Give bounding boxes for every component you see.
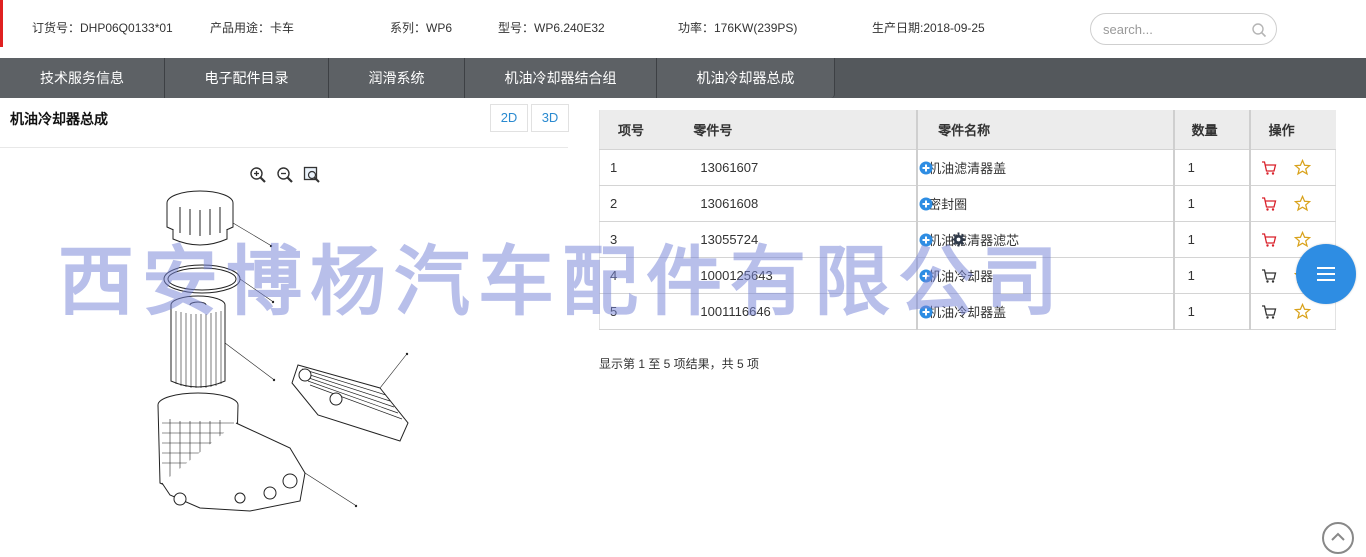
star-icon[interactable] [1293,158,1311,176]
panel-divider [0,147,568,148]
part-number-text[interactable]: 13061608 [700,196,758,211]
series: 系列：WP6 [390,21,453,35]
table-row[interactable]: 2 13061608 密封圈 1 [599,185,1336,222]
power: 功率：176KW(239PS) [678,21,798,35]
order-number: 订货号：DHP06Q0133*01 [32,21,173,35]
row-index: 5 [599,293,674,330]
plus-circle-icon[interactable] [919,269,933,283]
col-part-name: 零件名称 [917,110,1175,150]
part-number-text[interactable]: 1000125643 [700,268,772,283]
row-qty: 1 [1173,221,1251,258]
zoom-in-icon[interactable] [249,166,267,184]
panel-title: 机油冷却器总成 [10,111,108,127]
row-qty: 1 [1173,293,1251,330]
pagination-summary: 显示第 1 至 5 项结果，共 5 项 [599,357,760,371]
table-row[interactable]: 5 1001116646 机油冷却器盖 1 [599,293,1336,330]
search-box [1090,13,1277,45]
col-index: 项号 [599,110,674,150]
gear-icon[interactable] [951,231,966,247]
col-part-no: 零件号 [673,110,919,150]
part-number-text[interactable]: 13055724 [700,232,758,247]
col-action: 操作 [1249,110,1336,150]
scroll-top-button[interactable] [1322,522,1354,554]
arrow-up-icon [1331,532,1345,541]
product-usage: 产品用途：卡车 [210,21,295,35]
tab-oil-cooler-group[interactable]: 机油冷却器结合组 [465,58,657,98]
row-part-no: 13061608 [673,185,933,222]
tab-tech-service[interactable]: 技术服务信息 [0,58,165,98]
production-date: 生产日期:2018-09-25 [872,21,985,35]
row-part-no: 13061607 [673,149,933,186]
tab-lubrication[interactable]: 润滑系统 [329,58,465,98]
zoom-out-icon[interactable] [276,166,294,184]
row-index: 2 [599,185,674,222]
plus-circle-icon[interactable] [919,161,933,175]
floating-menu-button[interactable] [1296,244,1356,304]
cart-icon[interactable] [1261,160,1277,176]
row-qty: 1 [1173,149,1251,186]
view-2d-button[interactable]: 2D [490,104,528,132]
cart-icon[interactable] [1261,304,1277,320]
parts-table: 项号 零件号 零件名称 数量 操作 1 13061607 机油滤清器盖 1 2 130… [599,110,1336,330]
col-qty: 数量 [1173,110,1251,150]
parts-diagram[interactable] [140,183,430,518]
row-part-no: 1000125643 [673,257,933,294]
row-index: 3 [599,221,674,258]
fit-view-icon[interactable] [303,166,321,184]
row-actions [1249,149,1336,186]
table-header-row: 项号 零件号 零件名称 数量 操作 [599,110,1336,150]
row-qty: 1 [1173,185,1251,222]
table-row[interactable]: 4 1000125643 机油冷却器 1 [599,257,1336,294]
row-index: 1 [599,149,674,186]
row-part-name: 机油滤清器盖 [917,149,1175,186]
star-icon[interactable] [1293,302,1311,320]
row-actions [1249,185,1336,222]
header: 订货号：DHP06Q0133*01 产品用途：卡车 系列：WP6 型号：WP6.… [0,0,1366,58]
cart-icon[interactable] [1261,196,1277,212]
cart-icon[interactable] [1261,268,1277,284]
cart-icon[interactable] [1261,232,1277,248]
row-part-name: 密封圈 [917,185,1175,222]
row-index: 4 [599,257,674,294]
breadcrumb-nav: 技术服务信息 电子配件目录 润滑系统 机油冷却器结合组 机油冷却器总成 [0,58,1366,98]
row-part-no: 1001116646 [673,293,933,330]
menu-icon [1317,267,1335,281]
plus-circle-icon[interactable] [919,233,933,247]
row-part-no: 13055724 [673,221,966,258]
tab-parts-catalog[interactable]: 电子配件目录 [165,58,329,98]
model: 型号：WP6.240E32 [498,21,605,35]
search-icon[interactable] [1251,22,1267,38]
table-row[interactable]: 1 13061607 机油滤清器盖 1 [599,149,1336,186]
row-part-name: 机油冷却器 [917,257,1175,294]
star-icon[interactable] [1293,194,1311,212]
tab-oil-cooler-assembly[interactable]: 机油冷却器总成 [657,58,835,98]
star-icon[interactable] [1293,230,1311,248]
plus-circle-icon[interactable] [919,305,933,319]
table-row[interactable]: 3 13055724 机油滤清器滤芯 1 [599,221,1336,258]
search-input[interactable] [1103,21,1243,37]
row-part-name: 机油冷却器盖 [917,293,1175,330]
row-qty: 1 [1173,257,1251,294]
view-3d-button[interactable]: 3D [531,104,569,132]
plus-circle-icon[interactable] [919,197,933,211]
header-accent-bar [0,0,3,47]
part-number-text[interactable]: 13061607 [700,160,758,175]
part-number-text[interactable]: 1001116646 [700,304,770,319]
